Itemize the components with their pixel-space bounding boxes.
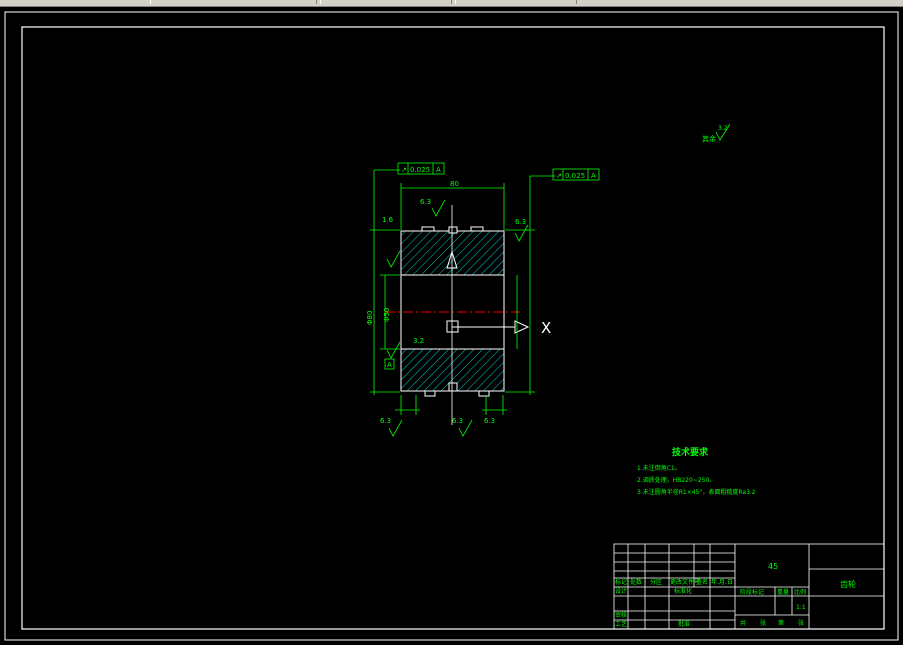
svg-text:张: 张 (760, 619, 766, 627)
drawing-frame (21, 26, 885, 630)
roughness-bottom-left: 6.3 (380, 417, 391, 425)
keyway-top (448, 226, 458, 234)
tolerance-value-left: 0.025 (410, 166, 430, 174)
tolerance-frame-left: ↗ 0.025 A (397, 162, 445, 175)
svg-text:A: A (387, 361, 392, 369)
part-name: 齿轮 (840, 579, 856, 589)
svg-text:↗: ↗ (401, 166, 407, 174)
datum-ref-right: A (591, 172, 596, 180)
outer-dia-label: Φ80 (366, 311, 374, 325)
svg-text:↗: ↗ (556, 172, 562, 180)
svg-text:年.月.日: 年.月.日 (711, 578, 733, 586)
roughness-bottom-mid: 6.3 (452, 417, 463, 425)
cad-drawing-canvas[interactable]: X ↗ 0.025 A ↗ 0.025 A A 80 6.3 1.6 6.3 3… (0, 6, 903, 645)
svg-text:比例: 比例 (794, 588, 806, 596)
svg-text:处数: 处数 (630, 578, 642, 586)
sheet-border (4, 11, 899, 641)
svg-text:标准化: 标准化 (674, 587, 692, 595)
bore-dia-label: Φ50 (383, 308, 391, 322)
width-dim-label: 80 (450, 180, 459, 188)
roughness-bottom-right: 6.3 (484, 417, 495, 425)
roughness-left: 1.6 (382, 216, 394, 224)
svg-text:标记: 标记 (615, 578, 627, 586)
toolbar-field[interactable] (320, 0, 452, 4)
svg-text:签名: 签名 (696, 578, 708, 586)
tooth-notch (478, 390, 490, 397)
technical-requirements: 技术要求 1.未注倒角C1。 2.调质处理，HB220~250。 3.未注圆角半… (637, 446, 756, 496)
scale-value: 1:1 (796, 604, 806, 611)
tooth-notch (421, 226, 435, 232)
svg-text:阶段标记: 阶段标记 (740, 588, 764, 596)
roughness-corner-value: 3.2 (718, 125, 728, 132)
note-item: 1.未注倒角C1。 (637, 464, 681, 472)
svg-text:工艺: 工艺 (615, 620, 627, 628)
toolbar-field[interactable] (150, 0, 317, 4)
svg-text:重量: 重量 (777, 588, 789, 596)
svg-text:张: 张 (798, 619, 804, 627)
note-item: 3.未注圆角半径R1×45°，表面粗糙度Ra3.2 (637, 488, 756, 496)
svg-text:审核: 审核 (615, 611, 627, 619)
roughness-top: 6.3 (420, 198, 431, 206)
title-block-text: 标记 处数 分区 更改文件号 签名 年.月.日 设计 审核 工艺 标准化 批准 … (615, 562, 856, 628)
tolerance-frame-right: ↗ 0.025 A (552, 168, 600, 181)
toolbar-field[interactable] (455, 0, 577, 4)
svg-text:分区: 分区 (650, 578, 662, 586)
svg-text:批准: 批准 (678, 620, 690, 628)
svg-text:设计: 设计 (615, 587, 627, 595)
tolerance-value-right: 0.025 (565, 172, 585, 180)
material-label: 45 (768, 562, 778, 571)
datum-box: A (384, 358, 395, 370)
keyway-bottom (448, 382, 458, 392)
note-item: 2.调质处理，HB220~250。 (637, 476, 715, 484)
roughness-corner-label: 其余 (702, 134, 716, 143)
tooth-notch (424, 390, 436, 397)
ucs-x-label: X (541, 319, 551, 337)
datum-ref-left: A (436, 166, 441, 174)
roughness-right: 6.3 (515, 218, 526, 226)
roughness-mid: 3.2 (413, 337, 424, 345)
svg-text:第: 第 (778, 619, 784, 627)
tooth-notch (470, 226, 484, 232)
notes-title: 技术要求 (672, 446, 709, 458)
svg-text:共: 共 (740, 619, 746, 627)
